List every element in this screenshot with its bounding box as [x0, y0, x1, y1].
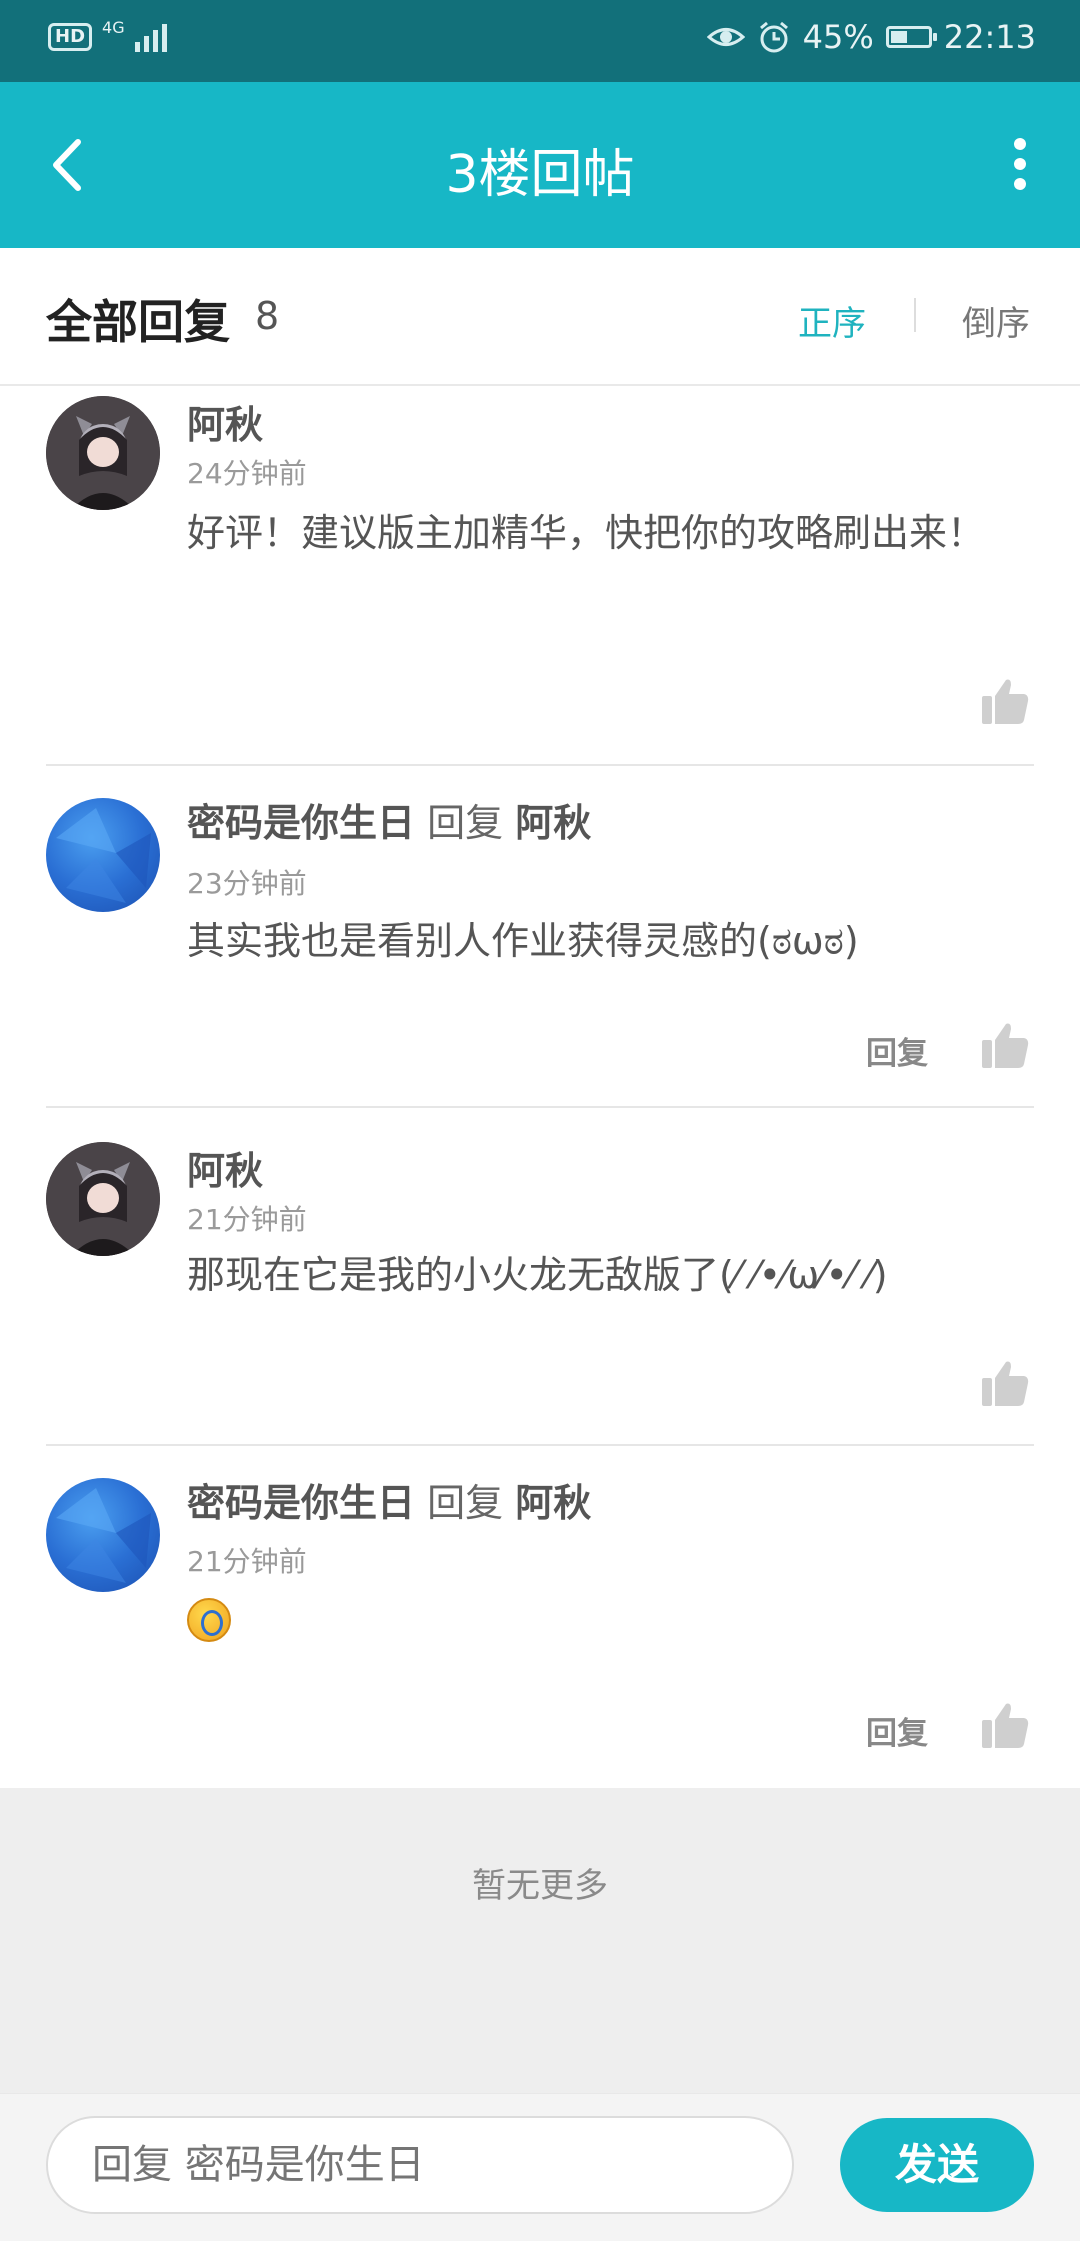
reply-word: 回复 [427, 801, 504, 845]
avatar[interactable] [46, 396, 160, 510]
comment-item: 阿秋 21分钟前 那现在它是我的小火龙无敌版了(⁄ ⁄•⁄ω⁄•⁄ ⁄) [0, 1108, 1080, 1444]
comment-time: 21分钟前 [187, 1545, 307, 1578]
anime-avatar-icon [46, 1142, 160, 1256]
no-more-area: 暂无更多 [0, 1788, 1080, 2093]
hd-badge: HD [48, 23, 93, 51]
comment-item: 密码是你生日 回复 阿秋 21分钟前 回复 [0, 1446, 1080, 1786]
comment-text: 其实我也是看别人作业获得灵感的(ಠωಠ) [187, 919, 859, 963]
avatar[interactable] [46, 1478, 160, 1592]
send-button[interactable]: 发送 [840, 2118, 1034, 2212]
comment-item: 阿秋 24分钟前 好评！建议版主加精华，快把你的攻略刷出来！ [0, 386, 1080, 764]
avatar[interactable] [46, 798, 160, 912]
reply-input-bar: 发送 [0, 2093, 1080, 2241]
eye-icon [706, 28, 745, 46]
comment-emoji-container [187, 1598, 231, 1646]
battery-icon [885, 26, 937, 48]
sort-divider [914, 298, 916, 332]
status-left: HD 4G [48, 18, 167, 52]
title-bar: 3楼回帖 [0, 82, 1080, 248]
reply-input[interactable] [46, 2116, 794, 2214]
status-right: 45% 22:13 [706, 18, 1036, 56]
network-label: 4G [102, 17, 125, 37]
reply-word: 回复 [427, 1481, 504, 1525]
anime-avatar-icon [46, 396, 160, 510]
thumbs-up-icon[interactable] [980, 676, 1030, 726]
clock-time: 22:13 [943, 18, 1036, 56]
comment-time: 23分钟前 [187, 867, 307, 900]
alarm-icon [759, 21, 788, 53]
reply-button[interactable]: 回复 [866, 1708, 928, 1753]
no-more-text: 暂无更多 [472, 1866, 608, 1906]
reply-button[interactable]: 回复 [866, 1028, 928, 1073]
avatar[interactable] [46, 1142, 160, 1256]
comment-text: 那现在它是我的小火龙无敌版了(⁄ ⁄•⁄ω⁄•⁄ ⁄) [187, 1253, 888, 1297]
thumbs-up-icon[interactable] [980, 1700, 1030, 1750]
sort-descending-button[interactable]: 倒序 [962, 296, 1030, 345]
replies-count: 8 [255, 294, 280, 338]
page-title: 3楼回帖 [445, 145, 635, 205]
comment-time: 21分钟前 [187, 1203, 307, 1236]
comment-text: 好评！建议版主加精华，快把你的攻略刷出来！ [187, 511, 986, 555]
battery-percent: 45% [802, 18, 874, 56]
blue-avatar-icon [56, 808, 151, 903]
comment-author: 密码是你生日 [187, 1481, 416, 1525]
replies-title: 全部回复 [46, 295, 230, 349]
comment-author-line: 密码是你生日 回复 阿秋 [187, 792, 591, 847]
reply-target: 阿秋 [515, 1481, 592, 1525]
comment-author-line: 密码是你生日 回复 阿秋 [187, 1472, 591, 1527]
signal-icon [134, 22, 167, 52]
comment-time: 24分钟前 [187, 457, 307, 490]
comment-author: 阿秋 [187, 1149, 264, 1193]
comment-author: 阿秋 [187, 403, 264, 447]
thumbs-up-icon[interactable] [980, 1358, 1030, 1408]
sort-ascending-button[interactable]: 正序 [798, 296, 866, 345]
thumbs-up-icon[interactable] [980, 1020, 1030, 1070]
blue-avatar-icon [56, 1488, 151, 1583]
reply-target: 阿秋 [515, 801, 592, 845]
status-bar: HD 4G 45% 22:13 [0, 0, 1080, 82]
comment-author: 密码是你生日 [187, 801, 416, 845]
comment-item: 密码是你生日 回复 阿秋 23分钟前 其实我也是看别人作业获得灵感的(ಠωಠ) … [0, 766, 1080, 1106]
replies-header: 全部回复 8 正序 倒序 [0, 248, 1080, 386]
more-options-icon[interactable] [1000, 132, 1040, 196]
laugh-emoji-icon [187, 1598, 231, 1642]
